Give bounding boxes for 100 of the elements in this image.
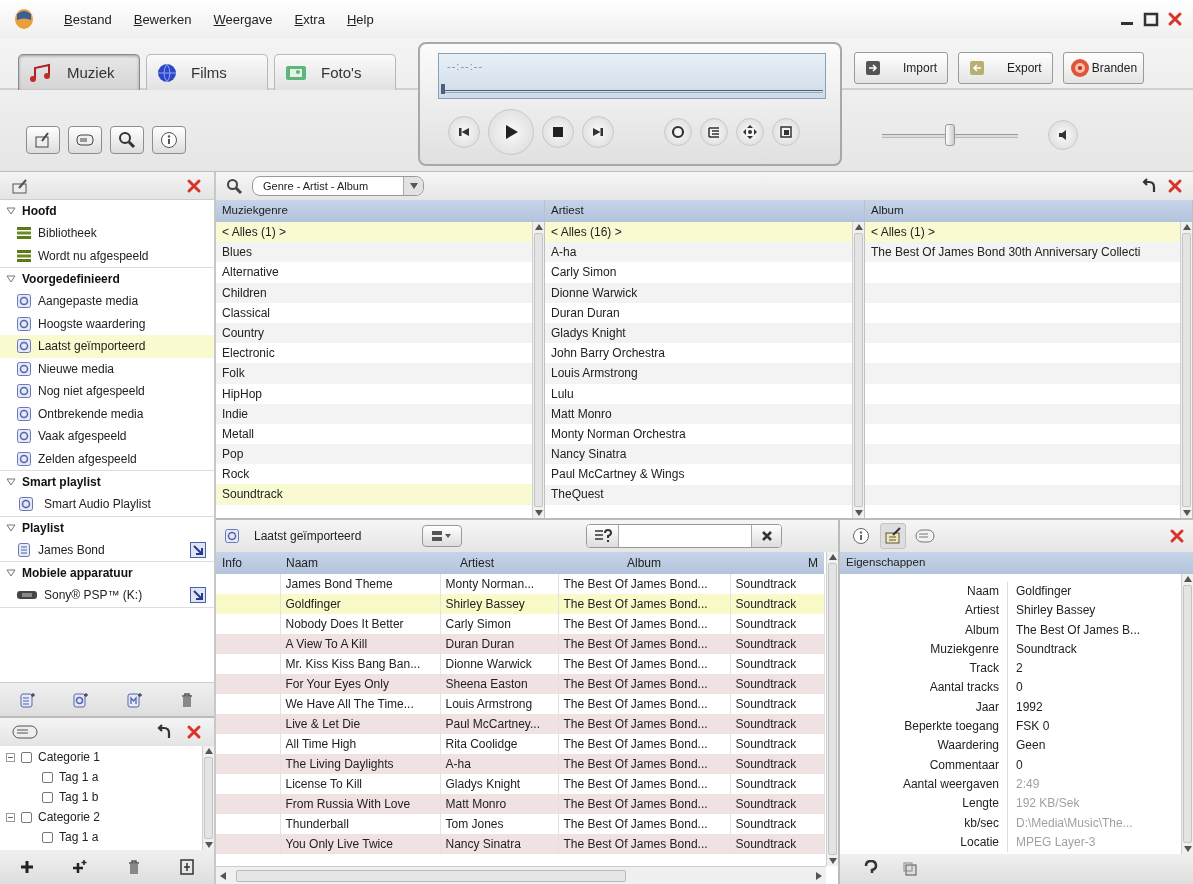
- sidebar-item[interactable]: Ontbrekende media: [0, 402, 214, 425]
- track-row[interactable]: You Only Live Twice Nancy Sinatra The Best Of James Bond... Soundtrack: [216, 834, 824, 854]
- list-item[interactable]: A-ha: [545, 242, 852, 263]
- list-item[interactable]: < Alles (16) >: [545, 222, 852, 243]
- list-item[interactable]: Nancy Sinatra: [545, 444, 852, 465]
- checkbox[interactable]: [42, 771, 53, 783]
- list-item[interactable]: Paul McCartney & Wings: [545, 464, 852, 485]
- panel-button[interactable]: [26, 126, 60, 154]
- close-icon[interactable]: [186, 724, 202, 740]
- list-item[interactable]: Monty Norman Orchestra: [545, 423, 852, 445]
- sidebar-item[interactable]: Aangepaste media: [0, 290, 214, 313]
- maximize-icon[interactable]: [1143, 11, 1159, 27]
- list-item[interactable]: Classical: [216, 302, 532, 323]
- right-arrow-icon[interactable]: [816, 871, 822, 880]
- left-arrow-icon[interactable]: [220, 871, 226, 880]
- stop-icon[interactable]: [550, 124, 566, 140]
- media-tab[interactable]: Muziek: [18, 54, 140, 90]
- list-item[interactable]: Rock: [216, 464, 532, 485]
- column-header[interactable]: M: [730, 552, 824, 574]
- add-child-icon[interactable]: [72, 859, 89, 875]
- scrollbar[interactable]: [1180, 222, 1192, 518]
- expander-icon[interactable]: [6, 274, 16, 284]
- checkbox[interactable]: [21, 811, 32, 823]
- tag-button[interactable]: [68, 126, 102, 154]
- shuffle-button[interactable]: [736, 118, 764, 146]
- filter-icon[interactable]: [593, 529, 612, 543]
- sidebar-icon[interactable]: [34, 131, 52, 149]
- grid-icon[interactable]: [431, 530, 453, 542]
- column-header[interactable]: Naam: [280, 552, 440, 574]
- speaker-icon[interactable]: [1057, 129, 1069, 141]
- track-row[interactable]: For Your Eyes Only Sheena Easton The Best Of James Bond... Soundtrack: [216, 674, 824, 694]
- clear-button[interactable]: [751, 525, 781, 547]
- sidebar-item[interactable]: Vaak afgespeeld: [0, 425, 214, 448]
- arrow-icon[interactable]: [190, 587, 206, 604]
- scrollbar[interactable]: [826, 552, 838, 866]
- music-note-icon[interactable]: [29, 62, 53, 83]
- list-item[interactable]: Country: [216, 322, 532, 344]
- list-item[interactable]: Electronic: [216, 343, 532, 364]
- dropdown-arrow-icon[interactable]: [408, 182, 419, 190]
- expander-icon[interactable]: [6, 206, 16, 216]
- list-item[interactable]: Louis Armstrong: [545, 363, 852, 384]
- seek-bar[interactable]: [441, 84, 823, 96]
- list-icon[interactable]: [706, 124, 722, 140]
- list-item[interactable]: Indie: [216, 403, 532, 424]
- sidebar-icon[interactable]: [12, 177, 30, 194]
- sidebar-item[interactable]: Laatst geïmporteerd: [0, 335, 214, 358]
- track-row[interactable]: Live & Let Die Paul McCartney... The Best Of James Bond... Soundtrack: [216, 714, 824, 734]
- new-playlist-icon[interactable]: [18, 691, 35, 708]
- new-filter-icon[interactable]: [125, 691, 142, 708]
- view-dropdown[interactable]: Genre - Artist - Album: [252, 176, 424, 196]
- globe-icon[interactable]: [157, 62, 177, 83]
- track-row[interactable]: The Living Daylights A-ha The Best Of James Bond... Soundtrack: [216, 754, 824, 774]
- sidebar-item[interactable]: Wordt nu afgespeeld: [0, 244, 214, 267]
- list-item[interactable]: Lulu: [545, 383, 852, 404]
- menu-item[interactable]: Bewerken: [133, 11, 192, 27]
- tag-icon[interactable]: [12, 723, 38, 741]
- mute-button[interactable]: [1048, 120, 1078, 150]
- list-item[interactable]: HipHop: [216, 383, 532, 404]
- list-item[interactable]: Folk: [216, 363, 532, 384]
- clear-icon[interactable]: [760, 530, 773, 542]
- sidebar-item[interactable]: Sony® PSP™ (K:): [0, 584, 214, 607]
- close-icon[interactable]: [1167, 11, 1183, 27]
- undo-icon[interactable]: [1141, 178, 1157, 194]
- next-button[interactable]: [582, 116, 614, 148]
- tree-toggle[interactable]: [6, 752, 15, 762]
- menu-item[interactable]: Help: [346, 11, 374, 27]
- expander-icon[interactable]: [6, 477, 16, 487]
- list-item[interactable]: Pop: [216, 444, 532, 465]
- play-icon[interactable]: [503, 124, 519, 140]
- list-item[interactable]: The Best Of James Bond 30th Anniversary Collecti: [865, 242, 1180, 263]
- list-item[interactable]: Duran Duran: [545, 302, 852, 323]
- list-item[interactable]: < Alles (1) >: [865, 222, 1180, 243]
- search-button[interactable]: [110, 126, 144, 154]
- seek-thumb[interactable]: [441, 84, 445, 94]
- menu-item[interactable]: Extra: [294, 11, 325, 27]
- close-icon[interactable]: [186, 177, 202, 194]
- undo-icon[interactable]: [156, 724, 172, 740]
- sidebar-item[interactable]: Bibliotheek: [0, 222, 214, 245]
- list-item[interactable]: < Alles (1) >: [216, 222, 532, 243]
- arrows-icon[interactable]: [742, 124, 758, 140]
- expander-icon[interactable]: [6, 568, 16, 578]
- new-smart-icon[interactable]: [72, 691, 89, 708]
- filter-field[interactable]: [586, 524, 782, 548]
- list-item[interactable]: Metall: [216, 423, 532, 445]
- plus-icon[interactable]: [18, 859, 35, 875]
- track-row[interactable]: Goldfinger Shirley Bassey The Best Of James Bond... Soundtrack: [216, 594, 824, 614]
- screen-icon[interactable]: [778, 124, 794, 140]
- list-item[interactable]: Matt Monro: [545, 403, 852, 424]
- column-header[interactable]: Info: [216, 552, 280, 574]
- list-item[interactable]: John Barry Orchestra: [545, 343, 852, 364]
- list-item[interactable]: Carly Simon: [545, 262, 852, 283]
- list-item[interactable]: Alternative: [216, 262, 532, 283]
- volume-thumb[interactable]: [945, 124, 955, 146]
- info-button[interactable]: [152, 126, 186, 154]
- search-icon[interactable]: [118, 131, 136, 149]
- volume-slider[interactable]: [882, 124, 1018, 146]
- play-button[interactable]: [488, 109, 534, 155]
- view-mode-button[interactable]: [422, 525, 462, 547]
- scrollbar[interactable]: [852, 222, 864, 518]
- info-icon[interactable]: [160, 131, 178, 149]
